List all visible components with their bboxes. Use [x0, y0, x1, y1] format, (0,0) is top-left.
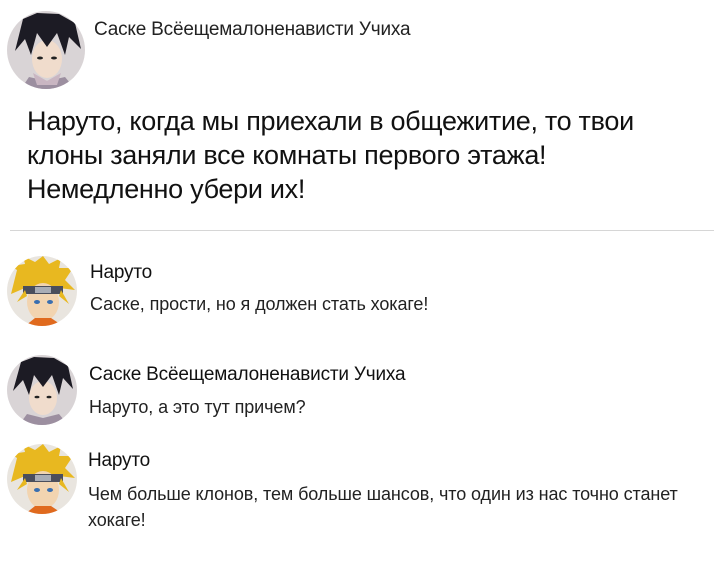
- sasuke-avatar-icon[interactable]: [7, 355, 77, 425]
- divider: [10, 230, 714, 231]
- comment-author-name[interactable]: Саске Всёещемалоненависти Учиха: [89, 364, 406, 386]
- sasuke-avatar-icon[interactable]: [7, 11, 85, 89]
- post-text: Наруто, когда мы приехали в общежитие, т…: [27, 106, 634, 204]
- comment-text: Саске, прости, но я должен стать хокаге!: [90, 294, 429, 314]
- comment-author-name[interactable]: Наруто: [90, 262, 152, 284]
- naruto-avatar-icon[interactable]: [7, 444, 77, 514]
- comment-text: Чем больше клонов, тем больше шансов, чт…: [88, 484, 678, 530]
- naruto-avatar-icon[interactable]: [7, 256, 77, 326]
- post-author-name[interactable]: Саске Всёещемалоненависти Учиха: [94, 19, 411, 41]
- comment-author-name[interactable]: Наруто: [88, 450, 150, 472]
- comment-text: Наруто, а это тут причем?: [89, 397, 306, 417]
